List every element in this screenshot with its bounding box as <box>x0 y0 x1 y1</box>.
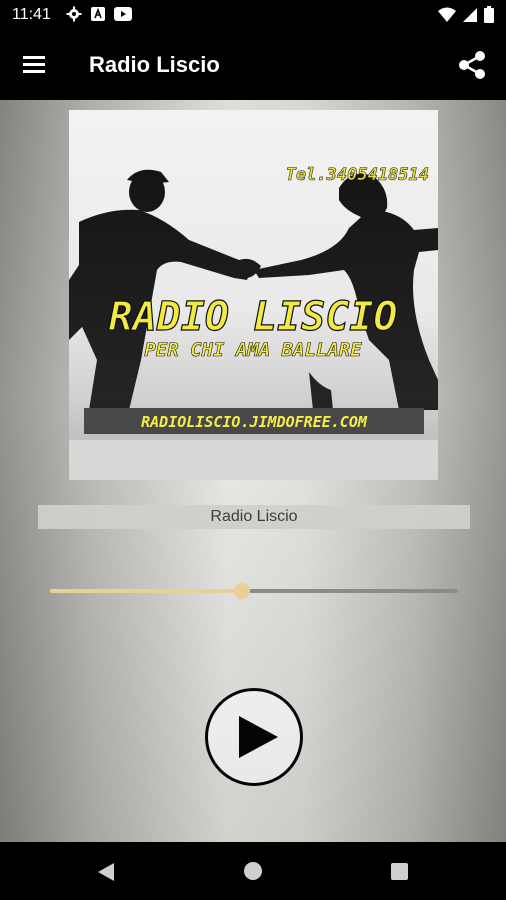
play-button[interactable] <box>205 688 303 786</box>
nav-recents-button[interactable] <box>391 863 408 880</box>
back-triangle-icon <box>96 863 116 887</box>
wifi-icon <box>438 7 456 28</box>
youtube-icon <box>114 7 132 26</box>
share-icon <box>454 51 490 87</box>
status-icons-right <box>438 6 494 28</box>
status-bar: 11:41 <box>0 0 506 30</box>
cover-website: RADIOLISCIO.JIMDOFREE.COM <box>141 413 368 431</box>
gear-icon <box>66 6 82 27</box>
status-icons-left <box>66 6 132 27</box>
a-badge-icon <box>90 6 106 27</box>
battery-icon <box>484 6 494 28</box>
nav-back-button[interactable] <box>96 861 116 883</box>
cover-title: RADIO LISCIO <box>109 294 398 340</box>
hamburger-menu-icon <box>20 56 50 82</box>
slider-thumb[interactable] <box>233 583 250 599</box>
slider-fill <box>50 589 242 593</box>
signal-icon <box>462 7 478 28</box>
system-nav-bar <box>0 842 506 900</box>
cover-phone: Tel.3405418514 <box>286 165 429 185</box>
station-name: Radio Liscio <box>210 508 298 525</box>
status-time: 11:41 <box>12 6 51 23</box>
nav-home-button[interactable] <box>244 862 262 880</box>
menu-button[interactable] <box>20 52 50 78</box>
page-title: Radio Liscio <box>89 52 220 77</box>
volume-slider[interactable] <box>50 580 458 602</box>
station-name-bar: Radio Liscio <box>38 505 470 529</box>
player-screen: Tel.3405418514 RADIO LISCIO PER CHI AMA … <box>0 100 506 842</box>
app-bar: Radio Liscio <box>0 30 506 100</box>
cover-subtitle: PER CHI AMA BALLARE <box>144 339 362 361</box>
station-cover-art: Tel.3405418514 RADIO LISCIO PER CHI AMA … <box>69 110 438 440</box>
share-button[interactable] <box>454 47 490 83</box>
cover-frame: Tel.3405418514 RADIO LISCIO PER CHI AMA … <box>69 110 438 480</box>
